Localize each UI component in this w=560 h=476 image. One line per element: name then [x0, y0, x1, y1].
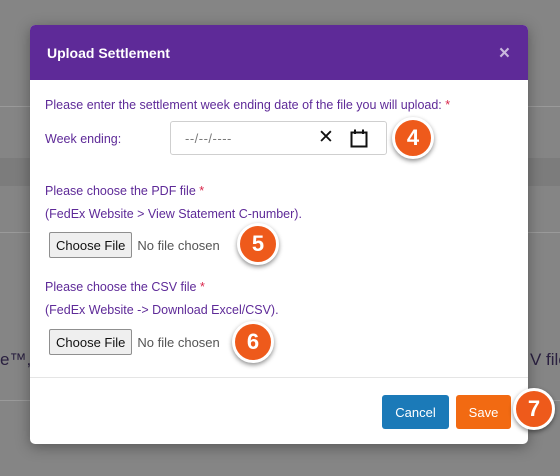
step-badge-pdf: 5: [237, 223, 279, 265]
pdf-file-input[interactable]: Choose File No file chosen: [49, 232, 220, 258]
required-mark: *: [445, 98, 451, 112]
step-badge-date: 4: [392, 117, 434, 159]
pdf-file-status: No file chosen: [137, 237, 220, 253]
pdf-choose-file-button[interactable]: Choose File: [49, 232, 133, 258]
modal-footer: Cancel Save: [30, 377, 528, 444]
cancel-button[interactable]: Cancel: [382, 395, 449, 429]
required-mark: *: [199, 280, 205, 294]
required-mark: *: [199, 184, 205, 198]
csv-file-input[interactable]: Choose File No file chosen: [49, 329, 220, 355]
week-ending-date-input[interactable]: --/--/---- ✕: [170, 121, 387, 155]
csv-prompt: Please choose the CSV file * (FedEx Webs…: [45, 276, 279, 322]
date-placeholder: --/--/----: [185, 130, 232, 146]
save-button[interactable]: Save: [456, 395, 511, 429]
pdf-hint: (FedEx Website > View Statement C-number…: [45, 207, 302, 221]
csv-prompt-text: Please choose the CSV file: [45, 280, 197, 294]
date-prompt: Please enter the settlement week ending …: [45, 98, 450, 112]
pdf-prompt: Please choose the PDF file * (FedEx Webs…: [45, 180, 302, 226]
backdrop-text-left: e™,: [0, 350, 30, 369]
step-badge-save: 7: [513, 388, 555, 430]
csv-choose-file-button[interactable]: Choose File: [49, 329, 133, 355]
close-icon[interactable]: ×: [499, 44, 510, 63]
step-badge-csv: 6: [232, 321, 274, 363]
csv-hint: (FedEx Website -> Download Excel/CSV).: [45, 303, 279, 317]
backdrop-text-right: V file: [530, 350, 560, 369]
modal-title: Upload Settlement: [47, 44, 170, 61]
csv-file-status: No file chosen: [137, 334, 220, 350]
clear-date-icon[interactable]: ✕: [318, 127, 334, 149]
date-prompt-text: Please enter the settlement week ending …: [45, 98, 442, 112]
calendar-icon[interactable]: [350, 129, 368, 148]
week-ending-label: Week ending:: [45, 132, 122, 146]
pdf-prompt-text: Please choose the PDF file: [45, 184, 196, 198]
modal-header: Upload Settlement ×: [30, 25, 528, 80]
